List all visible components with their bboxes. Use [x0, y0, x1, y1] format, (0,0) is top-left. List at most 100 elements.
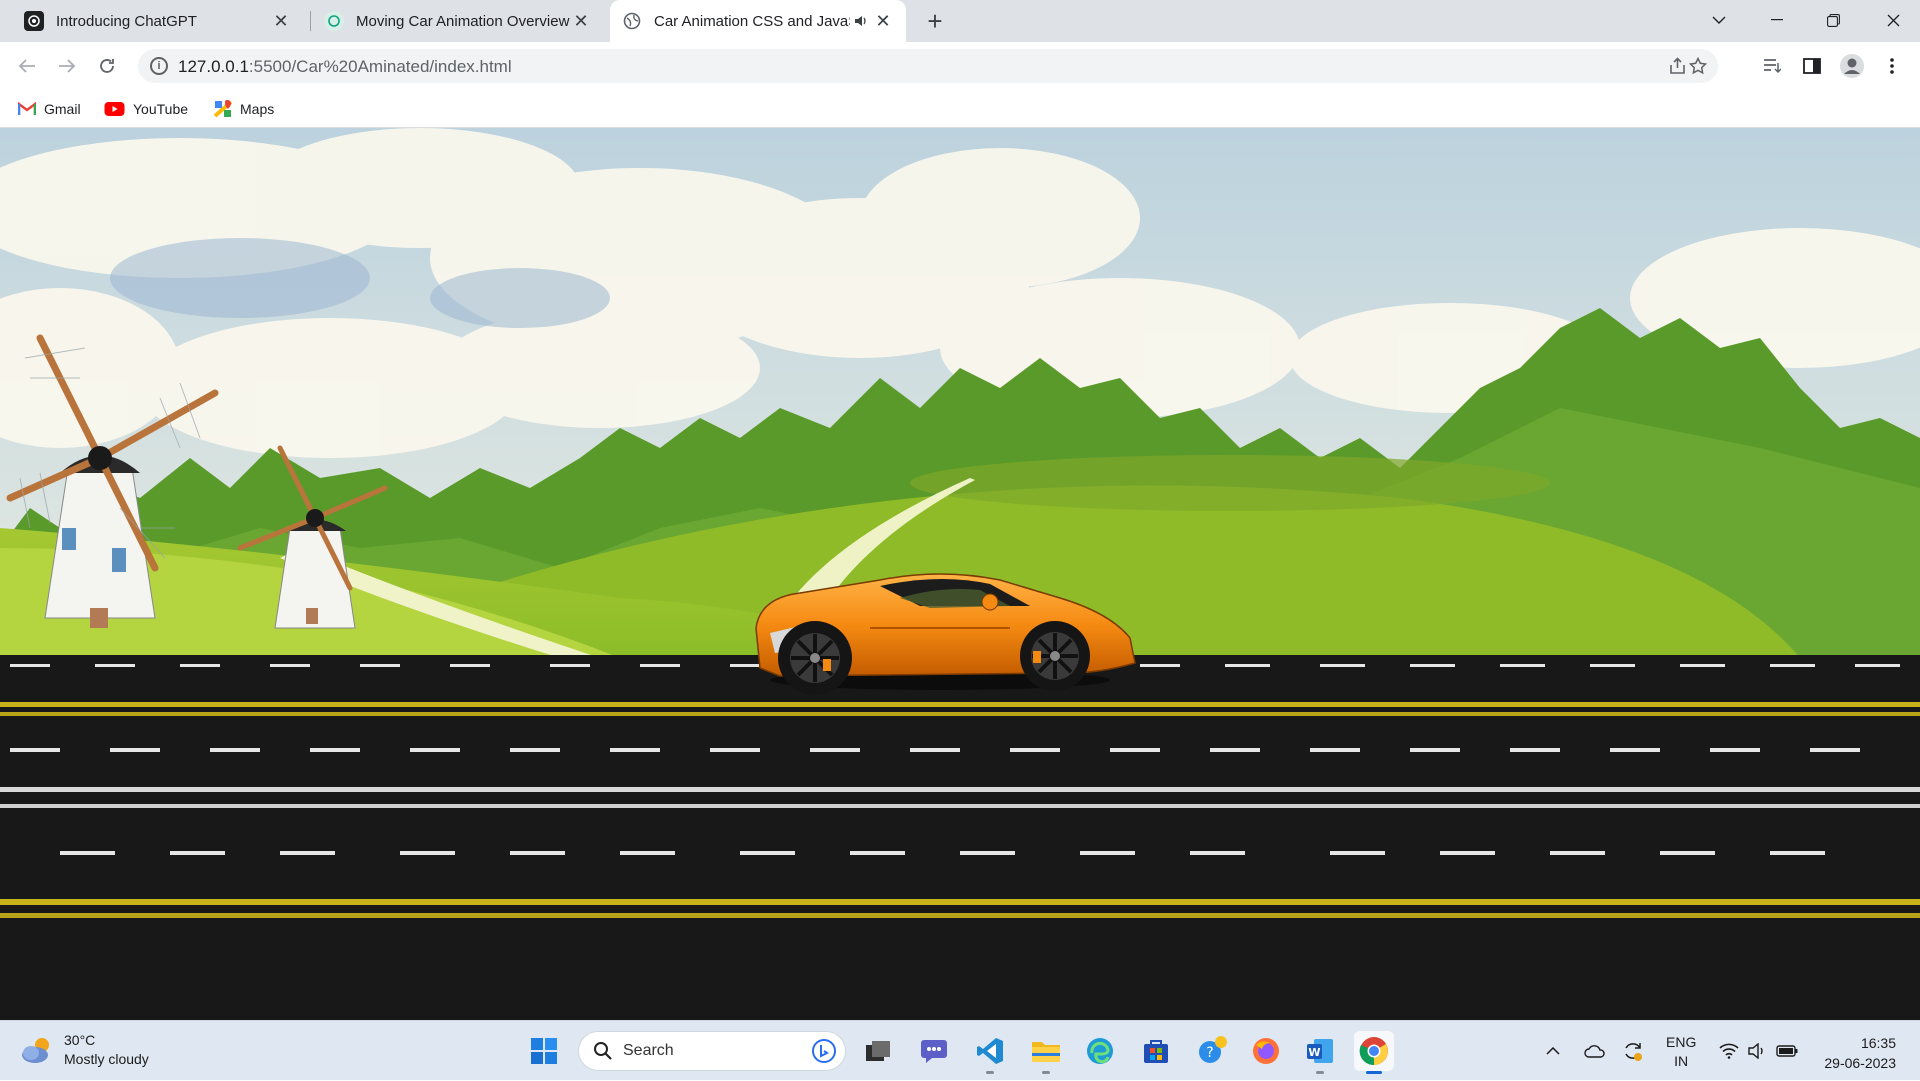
page-viewport: [0, 128, 1920, 1020]
car-rear-wheel: [778, 621, 852, 695]
tab-car-animation[interactable]: Car Animation CSS and JavaS ✕: [610, 0, 906, 42]
chrome-icon: [1359, 1037, 1388, 1066]
weather-temperature: 30°C: [64, 1032, 96, 1048]
car-front-wheel: [1020, 621, 1090, 691]
new-tab-button[interactable]: +: [920, 6, 950, 36]
taskbar-search[interactable]: Search: [578, 1031, 846, 1071]
svg-text:W: W: [1308, 1046, 1320, 1059]
vscode-button[interactable]: [970, 1031, 1010, 1074]
maps-icon: [214, 100, 232, 118]
teams-chat-button[interactable]: [914, 1031, 954, 1071]
running-indicator: [1042, 1071, 1050, 1074]
speaker-icon[interactable]: [850, 10, 872, 32]
globe-icon: [622, 11, 642, 31]
system-clock[interactable]: 16:35 29-06-2023: [1824, 1033, 1896, 1073]
running-indicator: [1316, 1071, 1324, 1074]
windows-taskbar: 30°C Mostly cloudy Search ? W ENG IN 16:…: [0, 1020, 1920, 1080]
get-help-button[interactable]: ?: [1192, 1031, 1232, 1071]
sync-update-icon[interactable]: [1618, 1021, 1648, 1081]
word-icon: W: [1307, 1039, 1333, 1063]
folder-icon: [1032, 1042, 1060, 1062]
language-indicator[interactable]: ENG IN: [1666, 1033, 1696, 1071]
chat-icon: [921, 1040, 947, 1063]
running-indicator: [986, 1071, 994, 1074]
chatgpt-icon: [324, 11, 344, 31]
bing-chat-icon[interactable]: [811, 1038, 837, 1064]
store-icon: [1144, 1040, 1168, 1063]
tab-search-chevron-icon[interactable]: [1692, 0, 1746, 40]
restore-icon[interactable]: [1806, 0, 1860, 40]
yellow-line: [0, 702, 1920, 707]
close-window-icon[interactable]: [1866, 0, 1920, 40]
svg-text:?: ?: [1206, 1045, 1213, 1061]
bookmark-youtube[interactable]: YouTube: [104, 98, 188, 120]
windows-logo-icon: [531, 1038, 557, 1064]
help-icon: ?: [1199, 1036, 1227, 1063]
address-bar[interactable]: i 127.0.0.1:5500/Car%20Aminated/index.ht…: [138, 49, 1718, 83]
show-hidden-icons-chevron-icon[interactable]: [1540, 1021, 1566, 1081]
address-url: 127.0.0.1:5500/Car%20Aminated/index.html: [178, 57, 512, 77]
gmail-icon: [18, 102, 36, 115]
white-line: [0, 804, 1920, 808]
chatgpt-icon: [24, 11, 44, 31]
bookmarks-bar: Gmail YouTube Maps: [0, 90, 1920, 128]
word-button[interactable]: W: [1300, 1031, 1340, 1074]
volume-icon[interactable]: [1744, 1021, 1770, 1081]
reading-list-icon[interactable]: [1756, 50, 1788, 82]
browser-toolbar: i 127.0.0.1:5500/Car%20Aminated/index.ht…: [0, 42, 1920, 90]
forward-arrow-icon[interactable]: [51, 50, 83, 82]
tab-close-icon[interactable]: ✕: [570, 10, 592, 32]
bookmark-label: YouTube: [133, 101, 189, 117]
vscode-icon: [977, 1038, 1003, 1064]
store-button[interactable]: [1136, 1031, 1176, 1071]
start-button[interactable]: [524, 1031, 564, 1071]
search-label: Search: [623, 1042, 674, 1059]
yellow-line: [0, 712, 1920, 716]
search-icon: [594, 1042, 612, 1060]
bookmark-star-icon[interactable]: [1682, 50, 1714, 82]
edge-icon: [1087, 1038, 1113, 1064]
url-path: :5500/Car%20Aminated/index.html: [248, 57, 512, 76]
region-code: IN: [1674, 1053, 1689, 1069]
active-indicator: [1366, 1071, 1382, 1074]
weather-widget[interactable]: 30°C Mostly cloudy: [20, 1031, 149, 1069]
onedrive-cloud-icon[interactable]: [1580, 1021, 1610, 1081]
tab-divider: [310, 11, 311, 31]
partly-cloudy-icon: [22, 1038, 49, 1063]
yellow-line: [0, 913, 1920, 918]
back-arrow-icon[interactable]: [11, 50, 43, 82]
side-panel-icon[interactable]: [1796, 50, 1828, 82]
tab-title: Car Animation CSS and JavaS: [654, 12, 850, 30]
tab-close-icon[interactable]: ✕: [872, 10, 894, 32]
task-view-button[interactable]: [858, 1031, 898, 1071]
profile-avatar-icon[interactable]: [1836, 50, 1868, 82]
file-explorer-button[interactable]: [1026, 1031, 1066, 1074]
youtube-icon: [104, 102, 125, 116]
hill-shade: [910, 455, 1550, 511]
tab-introducing-chatgpt[interactable]: Introducing ChatGPT ✕: [12, 0, 304, 42]
firefox-button[interactable]: [1246, 1031, 1286, 1071]
tab-title: Introducing ChatGPT: [56, 12, 197, 30]
url-host: 127.0.0.1: [178, 57, 249, 76]
site-info-icon[interactable]: i: [150, 57, 168, 75]
tab-close-icon[interactable]: ✕: [270, 10, 292, 32]
minimize-icon[interactable]: [1750, 0, 1804, 40]
battery-icon[interactable]: [1772, 1021, 1802, 1081]
tab-strip: Introducing ChatGPT ✕ Moving Car Animati…: [0, 0, 1920, 42]
edge-button[interactable]: [1080, 1031, 1120, 1071]
firefox-icon: [1253, 1038, 1279, 1064]
white-line: [0, 787, 1920, 792]
clock-time: 16:35: [1860, 1035, 1896, 1051]
more-menu-icon[interactable]: [1876, 50, 1908, 82]
weather-description: Mostly cloudy: [64, 1051, 149, 1067]
bookmark-gmail[interactable]: Gmail: [18, 98, 81, 120]
task-view-icon: [866, 1041, 890, 1061]
reload-icon[interactable]: [91, 50, 123, 82]
tab-moving-car-animation[interactable]: Moving Car Animation Overview ✕: [312, 0, 604, 42]
chrome-button[interactable]: [1354, 1031, 1394, 1074]
language-code: ENG: [1666, 1034, 1697, 1050]
clock-date: 29-06-2023: [1824, 1055, 1896, 1071]
wifi-icon[interactable]: [1716, 1021, 1742, 1081]
tab-title: Moving Car Animation Overview: [356, 12, 570, 30]
bookmark-maps[interactable]: Maps: [214, 98, 274, 120]
